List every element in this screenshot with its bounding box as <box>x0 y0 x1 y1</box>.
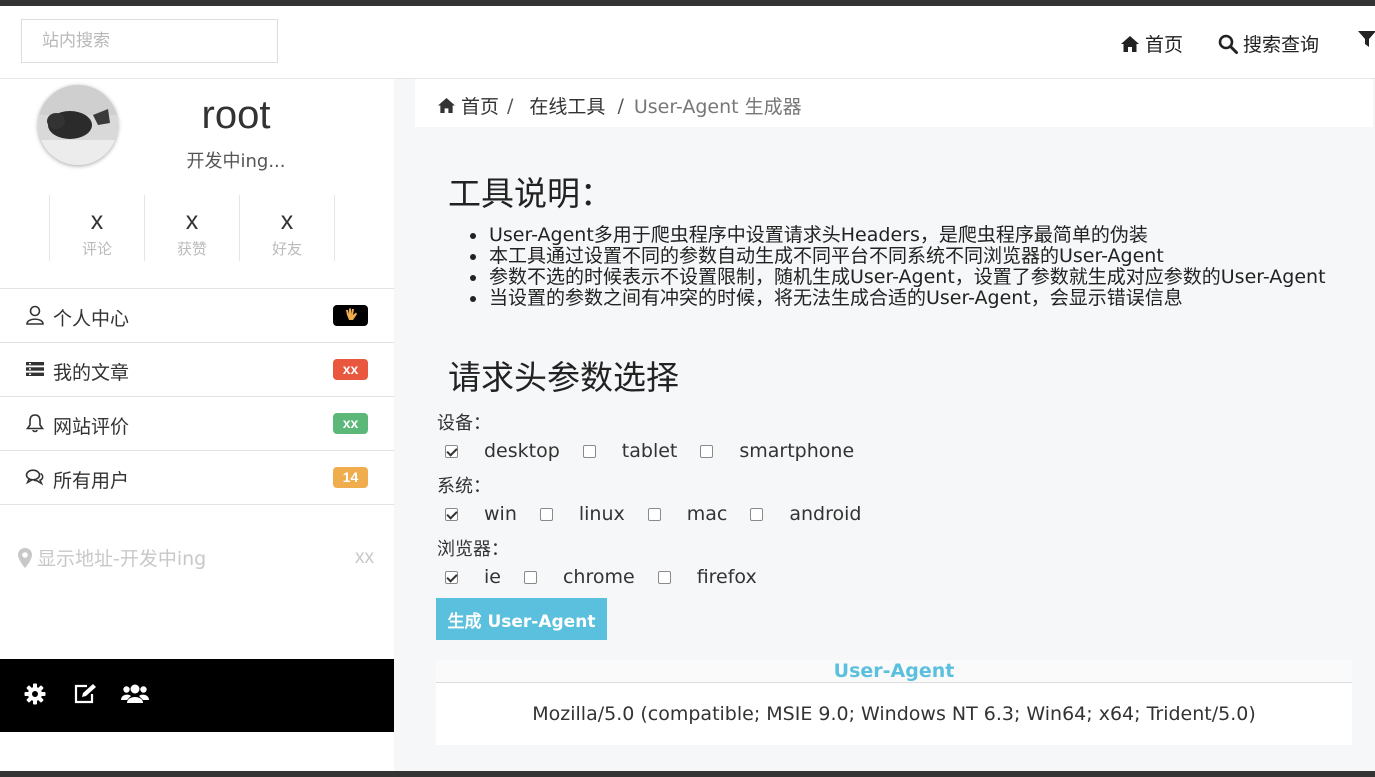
user-stats: x 评论 x 获赞 x 好友 <box>49 195 335 261</box>
result-title: User-Agent <box>436 660 1352 683</box>
nav-home-label: 首页 <box>1145 34 1184 56</box>
location-value: xx <box>355 547 374 568</box>
list-icon <box>26 362 44 376</box>
home-icon <box>1121 35 1139 52</box>
username: root <box>201 93 271 137</box>
hand-badge <box>333 305 368 326</box>
list-item: 本工具通过设置不同的参数自动生成不同平台不同系统不同浏览器的User-Agent <box>470 246 1349 267</box>
breadcrumb-home-link[interactable]: 首页 <box>461 92 499 119</box>
sidebar-item-articles[interactable]: 我的文章 xx <box>0 342 394 396</box>
system-options: win linux mac android <box>445 503 884 525</box>
ie-checkbox[interactable] <box>445 570 458 584</box>
chrome-label: chrome <box>562 566 635 588</box>
breadcrumb-section-link[interactable]: 在线工具 <box>529 92 605 119</box>
sidebar-menu: 个人中心 我的文章 xx 网站评价 xx 所有用户 14 <box>0 288 394 505</box>
stat-friends[interactable]: x 好友 <box>239 195 335 261</box>
breadcrumb-separator: / <box>617 94 624 117</box>
nav-filter-link[interactable] <box>1358 30 1375 48</box>
stat-likes[interactable]: x 获赞 <box>144 195 239 261</box>
result-value[interactable]: Mozilla/5.0 (compatible; MSIE 9.0; Windo… <box>436 703 1352 725</box>
stat-comments[interactable]: x 评论 <box>49 195 144 261</box>
android-checkbox[interactable] <box>750 507 764 521</box>
articles-badge: xx <box>333 359 368 380</box>
ie-label: ie <box>484 566 501 588</box>
search-icon <box>1218 34 1238 54</box>
edit-icon[interactable] <box>73 683 97 705</box>
location-label: 显示地址-开发中ing <box>37 548 207 570</box>
params-title: 请求头参数选择 <box>448 358 679 397</box>
smartphone-label: smartphone <box>739 440 855 462</box>
avatar-image <box>38 85 118 165</box>
stat-label: 获赞 <box>176 240 207 258</box>
users-badge: 14 <box>333 467 368 488</box>
user-icon <box>26 305 44 325</box>
sidebar-item-profile[interactable]: 个人中心 <box>0 288 394 342</box>
desktop-checkbox[interactable] <box>445 444 458 458</box>
reviews-badge: xx <box>333 413 368 434</box>
stat-value: x <box>280 207 294 235</box>
win-label: win <box>484 503 517 525</box>
mac-label: mac <box>686 503 728 525</box>
breadcrumb: 首页 / 在线工具 / User-Agent 生成器 <box>415 79 1373 127</box>
filter-icon <box>1358 31 1375 47</box>
linux-checkbox[interactable] <box>539 507 553 521</box>
hand-icon <box>345 308 357 320</box>
stat-value: x <box>90 207 104 235</box>
browser-label: 浏览器： <box>437 539 509 560</box>
breadcrumb-separator: / <box>507 94 514 117</box>
stat-label: 评论 <box>81 240 112 258</box>
linux-label: linux <box>578 503 625 525</box>
mac-checkbox[interactable] <box>647 507 661 521</box>
sidebar-item-label: 所有用户 <box>53 470 130 492</box>
nav-search-label: 搜索查询 <box>1243 34 1320 56</box>
tool-description-list: User-Agent多用于爬虫程序中设置请求头Headers，是爬虫程序最简单的… <box>470 225 1349 309</box>
sidebar-item-reviews[interactable]: 网站评价 xx <box>0 396 394 450</box>
bottom-border <box>0 771 1375 777</box>
comments-icon <box>25 469 44 486</box>
tablet-label: tablet <box>621 440 678 462</box>
top-header: 首页 搜索查询 <box>0 6 1375 79</box>
map-marker-icon <box>18 547 32 568</box>
user-subtitle: 开发中ing... <box>186 151 286 172</box>
list-item: 当设置的参数之间有冲突的时候，将无法生成合适的User-Agent，会显示错误信… <box>470 288 1349 309</box>
gear-icon[interactable] <box>24 683 46 705</box>
list-item: User-Agent多用于爬虫程序中设置请求头Headers，是爬虫程序最简单的… <box>470 225 1349 246</box>
tool-description-title: 工具说明： <box>448 174 613 213</box>
stat-label: 好友 <box>271 240 302 258</box>
nav-home-link[interactable]: 首页 <box>1120 30 1183 57</box>
result-panel: User-Agent Mozilla/5.0 (compatible; MSIE… <box>436 660 1352 745</box>
desktop-label: desktop <box>484 440 560 462</box>
win-checkbox[interactable] <box>445 507 458 521</box>
android-label: android <box>789 503 862 525</box>
chrome-checkbox[interactable] <box>523 570 537 584</box>
list-item: 参数不选的时候表示不设置限制，随机生成User-Agent，设置了参数就生成对应… <box>470 267 1349 288</box>
avatar[interactable] <box>38 85 118 165</box>
sidebar-item-label: 个人中心 <box>53 308 130 330</box>
home-icon <box>438 97 455 114</box>
firefox-checkbox[interactable] <box>657 570 671 584</box>
stat-value: x <box>185 207 199 235</box>
system-label: 系统： <box>437 476 491 497</box>
sidebar-item-label: 网站评价 <box>53 416 130 438</box>
sidebar-item-label: 我的文章 <box>53 362 130 384</box>
site-search-input[interactable] <box>21 19 278 63</box>
location-display: 显示地址-开发中ing <box>18 544 206 571</box>
tablet-checkbox[interactable] <box>582 444 596 458</box>
browser-options: ie chrome firefox <box>445 566 780 588</box>
nav-search-link[interactable]: 搜索查询 <box>1218 30 1319 57</box>
smartphone-checkbox[interactable] <box>700 444 714 458</box>
device-options: desktop tablet smartphone <box>445 440 877 462</box>
sidebar: root 开发中ing... x 评论 x 获赞 x 好友 个人中心 我的文章 … <box>0 79 394 771</box>
firefox-label: firefox <box>696 566 757 588</box>
generate-user-agent-button[interactable]: 生成 User-Agent <box>436 598 607 640</box>
sidebar-item-users[interactable]: 所有用户 14 <box>0 450 394 505</box>
device-label: 设备： <box>437 413 491 434</box>
breadcrumb-current: User-Agent 生成器 <box>633 96 802 118</box>
users-icon[interactable] <box>121 683 149 705</box>
sidebar-footer <box>0 659 394 732</box>
bell-icon <box>25 414 45 433</box>
